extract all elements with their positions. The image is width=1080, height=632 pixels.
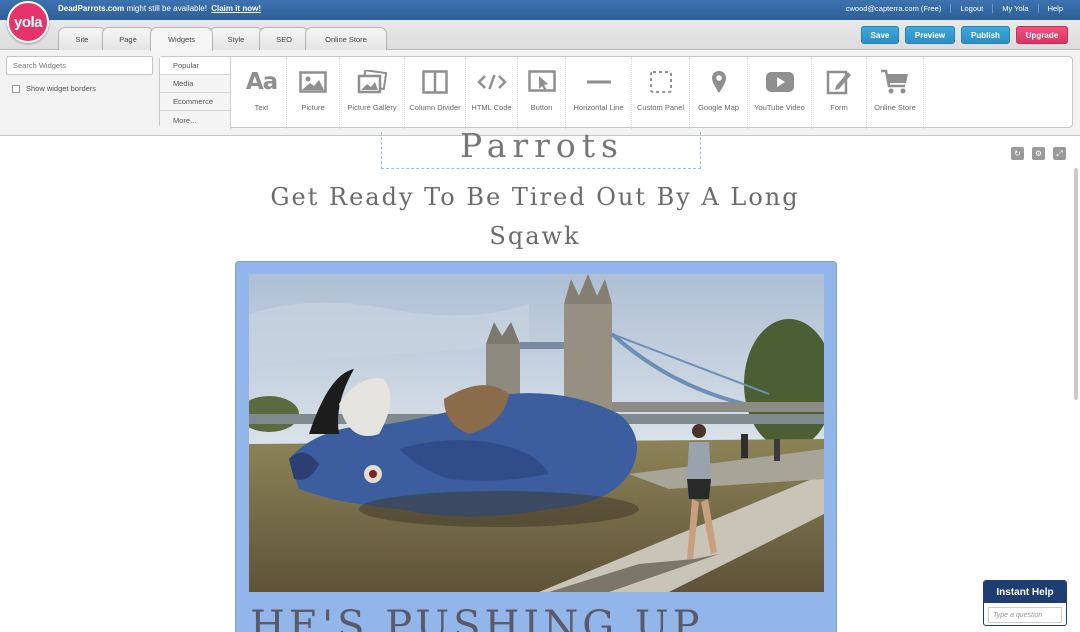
widget-categories: Popular Media Ecommerce More... [160,57,231,129]
widget-label: Picture Gallery [347,103,397,112]
page-scrollbar[interactable] [1074,168,1078,400]
category-ecommerce[interactable]: Ecommerce [160,93,230,111]
action-buttons: Save Preview Publish Upgrade [861,26,1068,44]
widget-google-map[interactable]: Google Map [690,57,748,129]
show-widget-borders[interactable]: Show widget borders [12,84,96,93]
help-link[interactable]: Help [1037,4,1072,13]
tab-widgets[interactable]: Widgets [150,27,213,51]
widget-label: Custom Panel [636,103,685,112]
photo-section[interactable]: HE'S PUSHING UP [235,261,837,632]
widget-label: Column Divider [409,103,461,112]
logout-link[interactable]: Logout [950,4,992,13]
show-borders-label: Show widget borders [26,84,97,93]
widget-search-input[interactable] [6,56,153,75]
picture-icon [299,69,327,95]
page-headline[interactable]: Get Ready To Be Tired Out By A Long Sqaw… [235,178,835,256]
column-divider-icon [422,69,448,95]
category-popular[interactable]: Popular [160,57,230,75]
widget-form[interactable]: Form [812,57,867,129]
fullscreen-icon[interactable]: ⤢ [1053,147,1066,160]
photo-caption[interactable]: HE'S PUSHING UP [250,603,830,632]
widget-label: Button [530,103,553,112]
canvas-controls: ↻ ⚙ ⤢ [1011,147,1066,160]
horizontal-line-icon [586,69,612,95]
widget-label: Google Map [698,103,739,112]
domain-promo: DeadParrots.com might still be available… [58,4,261,13]
upgrade-button[interactable]: Upgrade [1016,26,1068,44]
widget-picture-gallery[interactable]: Picture Gallery [340,57,405,129]
help-question-input[interactable]: Type a question [988,607,1062,623]
tab-style[interactable]: Style [209,27,263,50]
widgets-panel: Show widget borders Popular Media Ecomme… [0,50,1080,136]
widget-label: Picture [301,103,325,112]
code-icon [476,69,507,95]
widget-label: Online Store [874,103,916,112]
settings-icon[interactable]: ⚙ [1032,147,1045,160]
preview-button[interactable]: Preview [905,26,955,44]
category-media[interactable]: Media [160,75,230,93]
parrot-photo [249,274,824,592]
claim-link[interactable]: Claim it now! [211,4,261,13]
text-icon: Aa [245,69,278,95]
dashed-box-icon [649,69,673,95]
site-title-text: Parrots Galore [459,132,624,168]
site-title[interactable]: Parrots Galore [381,132,701,169]
tab-site[interactable]: Site [58,27,106,50]
tab-seo[interactable]: SEO [259,27,309,50]
show-borders-checkbox[interactable] [12,84,20,93]
widget-horizontal-line[interactable]: Horizontal Line [566,57,632,129]
category-more[interactable]: More... [160,111,230,129]
play-icon [765,69,795,95]
gallery-icon [357,69,387,95]
widget-youtube-video[interactable]: YouTube Video [748,57,812,129]
top-banner: DeadParrots.com might still be available… [0,0,1080,20]
cart-icon [880,69,910,95]
instant-help-title: Instant Help [984,581,1066,603]
tab-online-store[interactable]: Online Store [305,27,387,50]
widget-label: HTML Code [471,103,512,112]
widget-button[interactable]: Button [518,57,566,129]
widget-label: Text [254,103,269,112]
widget-label: Form [830,103,848,112]
map-pin-icon [711,69,727,95]
widget-custom-panel[interactable]: Custom Panel [632,57,690,129]
logo-text: yola [13,13,43,31]
promo-domain: DeadParrots.com [58,4,125,13]
editor-tab-bar: Site Page Widgets Style SEO Online Store… [0,20,1080,51]
widget-column-divider[interactable]: Column Divider [405,57,466,129]
cursor-icon [527,69,556,95]
widget-list: Aa Text Picture Picture Gallery Column D… [237,57,924,129]
publish-button[interactable]: Publish [961,26,1010,44]
form-edit-icon [826,69,852,95]
save-button[interactable]: Save [861,26,899,44]
my-yola-link[interactable]: My Yola [992,4,1037,13]
account-email: cwood@capterra.com (Free) [845,4,942,13]
widget-picture[interactable]: Picture [287,57,340,129]
widget-library: Popular Media Ecommerce More... Aa Text … [159,56,1073,129]
promo-message: might still be available! [124,4,207,13]
tab-page[interactable]: Page [102,27,154,50]
refresh-icon[interactable]: ↻ [1011,147,1024,160]
widget-text[interactable]: Aa Text [237,57,287,129]
widget-html-code[interactable]: HTML Code [466,57,518,129]
tab-list: Site Page Widgets Style SEO Online Store [58,27,387,51]
account-links: cwood@capterra.com (Free) Logout My Yola… [837,4,1072,13]
instant-help-widget[interactable]: Instant Help Type a question [983,580,1067,626]
widget-label: Horizontal Line [573,103,624,112]
yola-logo[interactable]: yola [7,1,49,43]
widget-online-store[interactable]: Online Store [867,57,924,129]
widget-label: YouTube Video [754,103,805,112]
